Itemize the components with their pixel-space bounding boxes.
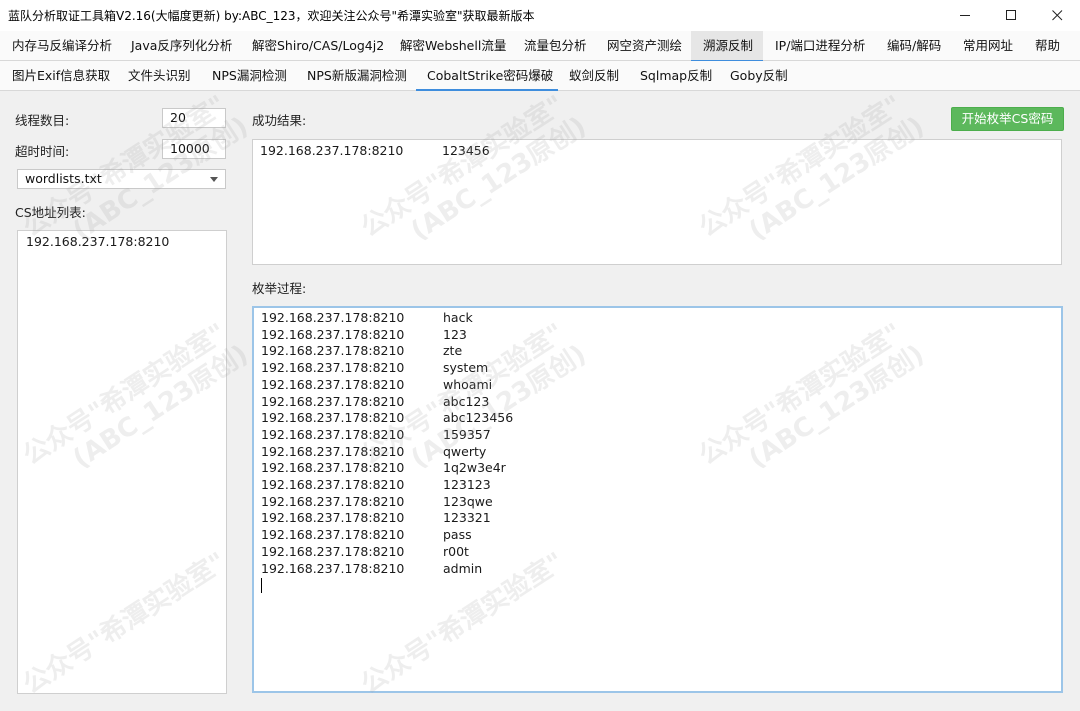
menu-java-deserialize[interactable]: Java反序列化分析 [131, 31, 232, 61]
process-password: zte [443, 343, 463, 359]
results-box[interactable]: 192.168.237.178:8210 123456 [252, 139, 1062, 265]
process-row: 192.168.237.178:8210 qwerty [261, 444, 661, 461]
process-address: 192.168.237.178:8210 [261, 460, 405, 476]
menu-webshell-traffic[interactable]: 解密Webshell流量 [400, 31, 506, 61]
result-row: 192.168.237.178:8210 123456 [260, 143, 490, 158]
process-address: 192.168.237.178:8210 [261, 410, 405, 426]
process-row: 192.168.237.178:8210 r00t [261, 544, 661, 561]
process-row: 192.168.237.178:8210 123321 [261, 510, 661, 527]
process-password: admin [443, 560, 483, 576]
process-row: 192.168.237.178:8210 abc123456 [261, 410, 661, 427]
process-password: whoami [443, 376, 493, 392]
process-row: 192.168.237.178:8210 zte [261, 343, 661, 360]
text-cursor [261, 578, 262, 594]
menu-pcap-analysis[interactable]: 流量包分析 [524, 31, 587, 61]
wordlist-select[interactable]: wordlists.txt [17, 169, 226, 189]
window-controls [942, 0, 1080, 31]
process-address: 192.168.237.178:8210 [261, 493, 405, 509]
process-address: 192.168.237.178:8210 [261, 510, 405, 526]
timeout-input[interactable]: 10000 [162, 139, 226, 159]
menu-ip-port-process[interactable]: IP/端口进程分析 [775, 31, 865, 61]
process-password: hack [443, 310, 473, 325]
process-password: abc123456 [443, 410, 514, 426]
process-password: system [443, 360, 489, 376]
process-row: 192.168.237.178:8210 whoami [261, 377, 661, 394]
process-address: 192.168.237.178:8210 [261, 343, 405, 359]
chevron-down-icon [210, 177, 218, 182]
process-log[interactable]: 192.168.237.178:8210 hack 192.168.237.178:… [252, 306, 1063, 693]
results-label: 成功结果: [252, 113, 307, 128]
process-password: r00t [443, 543, 469, 559]
threads-label: 线程数目: [15, 113, 70, 128]
process-address: 192.168.237.178:8210 [261, 376, 405, 392]
process-row: 192.168.237.178:8210 hack [261, 310, 661, 327]
process-password: 123qwe [443, 493, 493, 509]
close-icon[interactable] [1034, 0, 1080, 31]
title-bar: 蓝队分析取证工具箱V2.16(大幅度更新) by:ABC_123，欢迎关注公众号… [0, 0, 1080, 31]
menu-trace-counter[interactable]: 溯源反制 [691, 31, 763, 62]
process-password: 123 [443, 326, 467, 342]
tab-sqlmap-counter[interactable]: Sqlmap反制 [640, 61, 712, 91]
menu-asset-mapping[interactable]: 网空资产测绘 [607, 31, 682, 61]
process-row: 192.168.237.178:8210 159357 [261, 427, 661, 444]
cs-address-list[interactable]: 192.168.237.178:8210 [17, 230, 227, 694]
process-password: 123321 [443, 510, 491, 526]
cs-list-label: CS地址列表: [15, 205, 86, 220]
process-password: qwerty [443, 443, 487, 459]
process-row: 192.168.237.178:8210 system [261, 360, 661, 377]
tab-antsword-counter[interactable]: 蚁剑反制 [569, 61, 619, 91]
process-row: 192.168.237.178:8210 abc123 [261, 394, 661, 411]
process-row: 192.168.237.178:8210 123 [261, 327, 661, 344]
process-address: 192.168.237.178:8210 [261, 443, 405, 459]
menu-shiro-cas-log4j2[interactable]: 解密Shiro/CAS/Log4j2 [252, 31, 384, 61]
window-title: 蓝队分析取证工具箱V2.16(大幅度更新) by:ABC_123，欢迎关注公众号… [8, 9, 535, 23]
process-address: 192.168.237.178:8210 [261, 477, 405, 492]
start-bruteforce-button[interactable]: 开始枚举CS密码 [951, 107, 1064, 131]
process-row: 192.168.237.178:8210 1q2w3e4r [261, 460, 661, 477]
process-row: 192.168.237.178:8210 123qwe [261, 494, 661, 511]
process-address: 192.168.237.178:8210 [261, 543, 405, 559]
process-row: 192.168.237.178:8210 admin [261, 561, 661, 578]
menu-memshell[interactable]: 内存马反编译分析 [12, 31, 112, 61]
threads-input[interactable]: 20 [162, 108, 226, 128]
process-password: 159357 [443, 426, 491, 442]
process-row: 192.168.237.178:8210 123123 [261, 477, 661, 494]
process-password: 123123 [443, 477, 491, 492]
tab-file-header[interactable]: 文件头识别 [128, 61, 191, 91]
wordlist-selected-value: wordlists.txt [25, 171, 102, 186]
tab-nps-vuln[interactable]: NPS漏洞检测 [212, 61, 287, 91]
process-address: 192.168.237.178:8210 [261, 426, 405, 442]
minimize-icon[interactable] [942, 0, 988, 31]
process-row: 192.168.237.178:8210 pass [261, 527, 661, 544]
tab-exif[interactable]: 图片Exif信息获取 [12, 61, 110, 91]
menu-encode-decode[interactable]: 编码/解码 [887, 31, 941, 61]
process-password: abc123 [443, 393, 490, 409]
process-label: 枚举过程: [252, 281, 307, 296]
process-address: 192.168.237.178:8210 [261, 527, 405, 543]
sub-tabs: 图片Exif信息获取 文件头识别 NPS漏洞检测 NPS新版漏洞检测 Cobal… [0, 61, 1080, 91]
menu-help[interactable]: 帮助 [1035, 31, 1060, 61]
tab-goby-counter[interactable]: Goby反制 [730, 61, 788, 91]
tab-cobaltstrike-bruteforce[interactable]: CobaltStrike密码爆破 [416, 61, 558, 91]
menu-common-urls[interactable]: 常用网址 [963, 31, 1013, 61]
process-address: 192.168.237.178:8210 [261, 393, 405, 409]
process-password: 1q2w3e4r [443, 460, 506, 476]
main-menu: 内存马反编译分析 Java反序列化分析 解密Shiro/CAS/Log4j2 解… [0, 31, 1080, 62]
maximize-icon[interactable] [988, 0, 1034, 31]
timeout-label: 超时时间: [15, 144, 70, 159]
process-address: 192.168.237.178:8210 [261, 560, 405, 576]
tab-nps-new-vuln[interactable]: NPS新版漏洞检测 [307, 61, 407, 91]
process-address: 192.168.237.178:8210 [261, 326, 405, 342]
process-password: pass [443, 527, 472, 543]
process-address: 192.168.237.178:8210 [261, 360, 405, 376]
process-address: 192.168.237.178:8210 [261, 310, 405, 325]
